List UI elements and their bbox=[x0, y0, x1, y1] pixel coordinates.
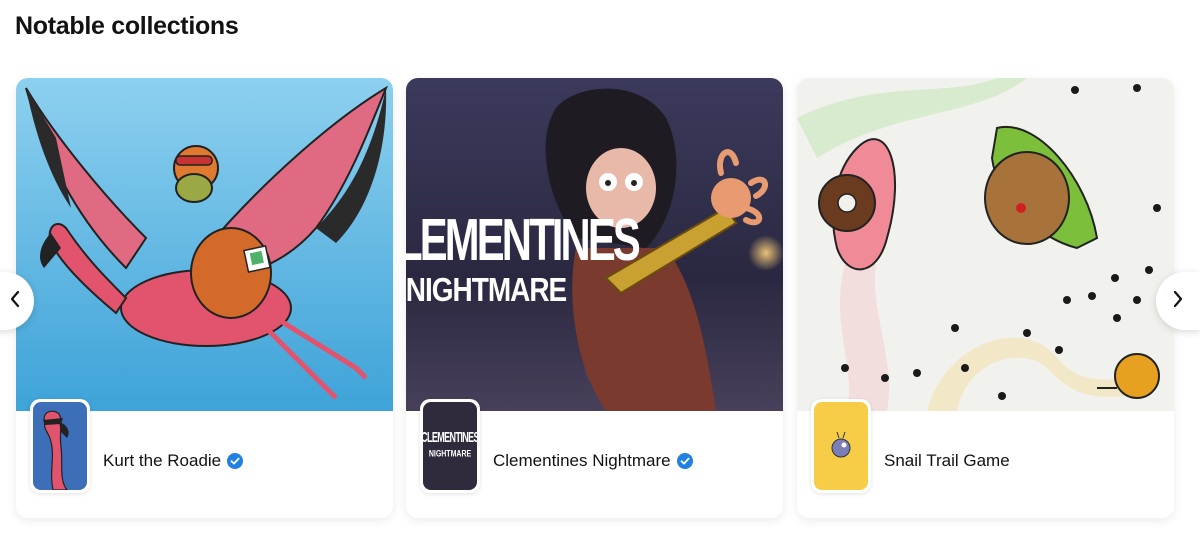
verified-badge-icon bbox=[227, 453, 244, 469]
collection-card-snail-trail-game[interactable]: Snail Trail Game bbox=[797, 78, 1174, 518]
collection-logo bbox=[811, 399, 871, 493]
logo-title-text: CLEMENTINES bbox=[423, 429, 477, 446]
collection-card-footer: Kurt the Roadie bbox=[16, 399, 393, 518]
collection-name-text: Clementines Nightmare bbox=[493, 451, 671, 470]
collection-name-text: Kurt the Roadie bbox=[103, 451, 222, 470]
collection-logo bbox=[30, 399, 90, 493]
collections-carousel: Kurt the Roadie EMENTINES NIGHTMARE CLEM… bbox=[16, 78, 1200, 518]
logo-subtitle-text: NIGHTMARE bbox=[429, 449, 472, 459]
collection-banner-image bbox=[16, 78, 393, 411]
collection-card-clementines-nightmare[interactable]: CLEMENTINES NIGHTMARE CLEMENTINES NIGHTM… bbox=[406, 78, 783, 518]
collection-name[interactable]: Snail Trail Game bbox=[884, 451, 1010, 471]
collection-card-kurt-the-roadie[interactable]: Kurt the Roadie bbox=[16, 78, 393, 518]
collection-banner-image bbox=[797, 78, 1174, 411]
collection-logo: CLEMENTINES NIGHTMARE bbox=[420, 399, 480, 493]
collection-name[interactable]: Clementines Nightmare bbox=[493, 451, 693, 471]
collection-card-footer: Snail Trail Game bbox=[797, 399, 1174, 518]
collection-card-footer: CLEMENTINES NIGHTMARE Clementines Nightm… bbox=[406, 399, 783, 518]
verified-badge-icon bbox=[676, 453, 693, 469]
collection-name[interactable]: Kurt the Roadie bbox=[103, 451, 244, 471]
notable-collections-section: Notable collections Kurt the Roadie EMEN… bbox=[0, 0, 1200, 558]
collection-banner-image: CLEMENTINES NIGHTMARE bbox=[406, 78, 783, 411]
chevron-right-icon bbox=[1171, 289, 1185, 314]
section-title: Notable collections bbox=[15, 12, 239, 40]
banner-subtitle-text: NIGHTMARE bbox=[406, 271, 567, 309]
collection-name-text: Snail Trail Game bbox=[884, 451, 1010, 470]
banner-title-text: CLEMENTINES bbox=[406, 207, 640, 273]
chevron-left-icon bbox=[8, 289, 22, 314]
